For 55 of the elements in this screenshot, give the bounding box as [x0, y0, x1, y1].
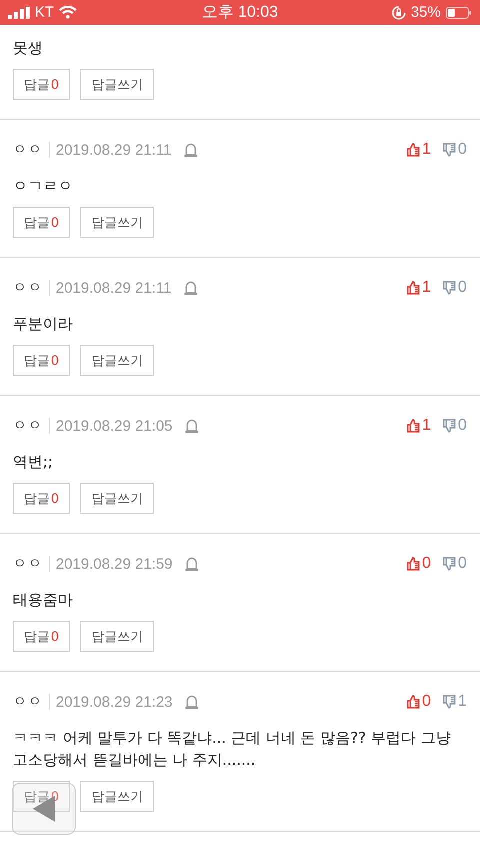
comment-date: 2019.08.29 21:11 [56, 142, 172, 158]
author-name: ㅇㅇ [13, 417, 43, 435]
comment-text: ㅋㅋㅋ 어케 말투가 다 똑같냐... 근데 너네 돈 많음?? 부럽다 그냥 고소당해서 뜯길바에는 나 주지....... [13, 728, 452, 771]
bell-icon[interactable] [184, 418, 199, 434]
wifi-icon [59, 6, 78, 19]
like-button[interactable]: 0 [407, 693, 432, 711]
reply-count-button[interactable]: 답글0 [13, 207, 70, 238]
bell-icon[interactable] [184, 694, 199, 710]
thumbs-up-icon [407, 419, 420, 433]
author-name: ㅇㅇ [13, 693, 43, 711]
thumbs-up-icon [407, 143, 420, 157]
like-button[interactable]: 1 [407, 141, 432, 159]
write-reply-button[interactable]: 답글쓰기 [80, 69, 154, 100]
thumbs-down-icon [443, 419, 456, 433]
thumbs-down-icon [443, 281, 456, 295]
comment-date: 2019.08.29 21:23 [56, 694, 173, 710]
comment-text: 푸분이라 [13, 314, 74, 335]
write-reply-button[interactable]: 답글쓰기 [80, 207, 154, 238]
author-name: ㅇㅇ [13, 279, 43, 297]
thumbs-up-icon [407, 557, 420, 571]
carrier-name: KT [35, 4, 54, 21]
clock-time: 오후 10:03 [202, 3, 278, 23]
like-button[interactable]: 1 [407, 279, 432, 297]
thumbs-up-icon [407, 695, 420, 709]
reply-count-button[interactable]: 답글0 [13, 345, 70, 376]
write-reply-button[interactable]: 답글쓰기 [80, 621, 154, 652]
thumbs-down-icon [443, 143, 456, 157]
write-reply-button[interactable]: 답글쓰기 [80, 781, 154, 812]
signal-icon [8, 6, 30, 18]
comment-date: 2019.08.29 21:05 [56, 418, 173, 434]
floating-back-button-overlay[interactable] [12, 783, 76, 835]
reply-count-button[interactable]: 답글0 [13, 69, 70, 100]
thumbs-down-icon [443, 695, 456, 709]
thumbs-down-icon [443, 557, 456, 571]
battery-icon [446, 6, 472, 18]
like-button[interactable]: 1 [407, 417, 432, 435]
comment-text: ㅇㄱㄹㅇ [13, 176, 74, 197]
bell-icon[interactable] [184, 556, 199, 572]
comment-text: 역변;; [13, 452, 54, 473]
author-name: ㅇㅇ [13, 555, 43, 573]
like-button[interactable]: 0 [407, 555, 432, 573]
write-reply-button[interactable]: 답글쓰기 [80, 345, 154, 376]
author-name: ㅇㅇ [13, 141, 43, 159]
comment-date: 2019.08.29 21:59 [56, 556, 173, 572]
comment-date: 2019.08.29 21:11 [56, 280, 172, 296]
comment-text: 태용줌마 [13, 590, 74, 611]
comment-text: 못생 [13, 38, 44, 59]
rotation-lock-icon [392, 6, 406, 20]
bell-icon[interactable] [184, 280, 198, 296]
reply-count-button[interactable]: 답글0 [13, 483, 70, 514]
reply-count-button[interactable]: 답글0 [13, 621, 70, 652]
thumbs-up-icon [407, 281, 420, 295]
bell-icon[interactable] [184, 142, 198, 158]
write-reply-button[interactable]: 답글쓰기 [80, 483, 154, 514]
battery-percent: 35% [410, 4, 441, 21]
